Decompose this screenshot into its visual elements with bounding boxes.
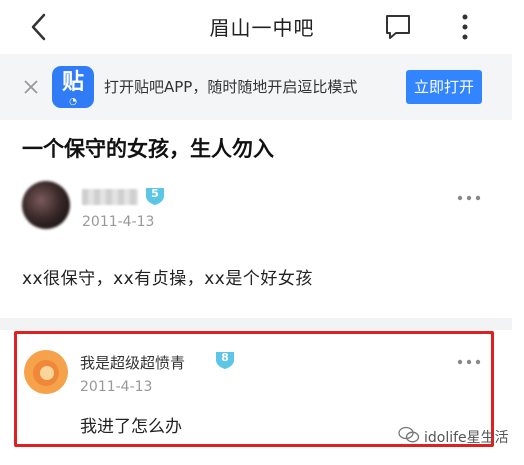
comment-icon[interactable] [384, 13, 412, 41]
more-horizontal-icon[interactable] [456, 195, 482, 201]
level-badge: 8 [214, 350, 236, 370]
tieba-logo-mark: ◔ [69, 97, 77, 107]
top-navigation-bar: 眉山一中吧 [0, 0, 524, 54]
level-number: 5 [151, 187, 159, 200]
level-number: 8 [221, 351, 229, 364]
page-title: 眉山一中吧 [209, 16, 315, 40]
post-date: 2011-4-13 [82, 214, 155, 230]
wechat-icon [398, 426, 420, 443]
post-content: xx很保守，xx有贞操，xx是个好女孩 [22, 269, 313, 289]
close-icon[interactable] [22, 78, 40, 96]
reply-author-name[interactable]: 我是超级超愤青 [80, 352, 185, 373]
app-download-banner: 贴 ◔ 打开贴吧APP，随时随地开启逗比模式 立即打开 [0, 54, 512, 120]
author-name-redacted[interactable] [82, 189, 138, 205]
reply-date: 2011-4-13 [80, 379, 153, 395]
more-vertical-icon[interactable] [458, 13, 472, 41]
banner-promo-text: 打开贴吧APP，随时随地开启逗比模式 [104, 78, 358, 96]
level-badge: 5 [144, 186, 166, 206]
author-avatar[interactable] [22, 181, 70, 229]
avatar-shape-inner [40, 366, 54, 380]
reply-content: 我进了怎么办 [80, 417, 182, 437]
reply-avatar[interactable] [24, 350, 68, 394]
tieba-logo-glyph: 贴 [61, 70, 84, 95]
post-title: 一个保守的女孩，生人勿入 [22, 137, 274, 161]
right-edge [512, 0, 524, 465]
more-horizontal-icon[interactable] [456, 359, 482, 365]
section-divider [0, 318, 512, 330]
open-app-button[interactable]: 立即打开 [406, 70, 482, 104]
tieba-logo: 贴 ◔ [52, 66, 94, 108]
watermark-text: idolife星生活 [424, 430, 509, 446]
